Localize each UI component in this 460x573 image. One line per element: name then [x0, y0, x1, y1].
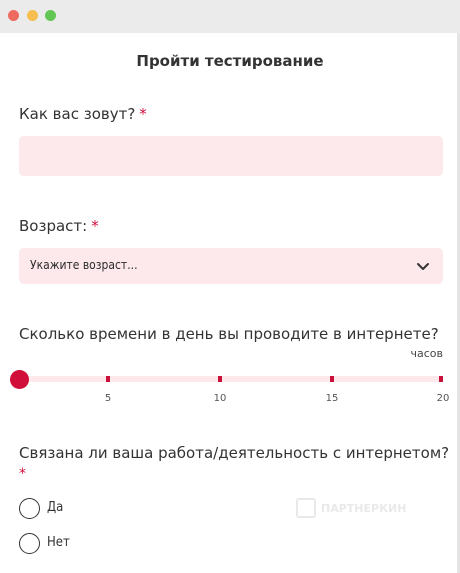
window-titlebar [0, 0, 460, 33]
slider-tick-label: 15 [325, 393, 339, 404]
slider-tick-5 [106, 376, 110, 382]
time-slider-thumb[interactable] [10, 370, 29, 389]
watermark: ПАРТНЕРКИН [296, 498, 406, 518]
page-title: Пройти тестирование [136, 52, 324, 70]
slider-tick-15 [330, 376, 334, 382]
radio-option-label: Да [47, 500, 64, 515]
required-mark: * [91, 217, 99, 235]
chevron-down-icon [417, 263, 429, 270]
watermark-logo-icon [296, 498, 316, 518]
slider-tick-10 [218, 376, 222, 382]
close-window-button[interactable] [8, 10, 19, 21]
age-select-value: Укажите возраст... [30, 258, 138, 272]
work-question-label: Связана ли ваша работа/деятельность с ин… [19, 444, 450, 462]
name-question-label: Как вас зовут? * [19, 105, 147, 123]
minimize-window-button[interactable] [27, 10, 38, 21]
watermark-text: ПАРТНЕРКИН [321, 501, 407, 515]
age-question-label: Возраст: * [19, 217, 99, 235]
radio-option-label: Нет [47, 535, 70, 550]
name-input[interactable] [19, 136, 443, 176]
slider-tick-label: 5 [104, 393, 112, 404]
slider-tick-20 [439, 376, 443, 382]
time-slider-track[interactable] [19, 376, 443, 382]
required-mark: * [139, 105, 147, 123]
slider-tick-label: 20 [436, 393, 450, 404]
maximize-window-button[interactable] [45, 10, 56, 21]
slider-unit-label: часов [410, 347, 443, 360]
radio-button[interactable] [19, 533, 40, 554]
age-select[interactable]: Укажите возраст... [19, 248, 443, 284]
radio-button[interactable] [19, 498, 40, 519]
required-mark: * [19, 466, 26, 482]
age-question-text: Возраст: [19, 217, 88, 235]
slider-tick-label: 10 [213, 393, 227, 404]
time-question-label: Сколько времени в день вы проводите в ин… [19, 325, 439, 343]
name-question-text: Как вас зовут? [19, 105, 136, 123]
